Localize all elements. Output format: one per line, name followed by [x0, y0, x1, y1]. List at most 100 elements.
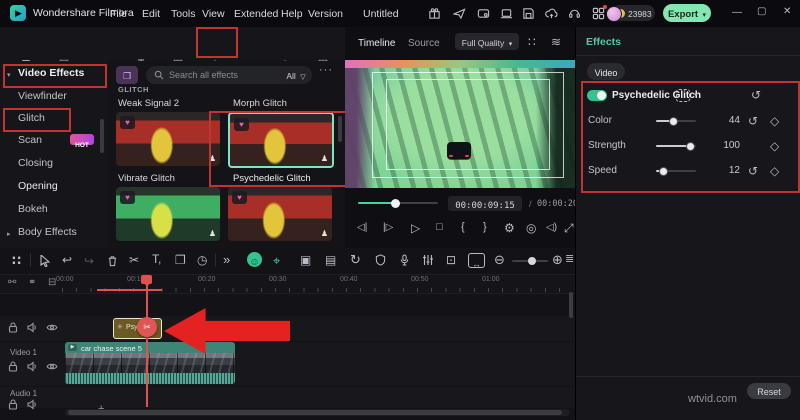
zoom-out-icon[interactable]: ⊖ [494, 253, 505, 266]
audio-track-lane[interactable] [0, 387, 575, 408]
text-tool-icon[interactable]: T, [152, 253, 161, 265]
menu-file[interactable]: File [110, 8, 127, 20]
effect-thumbnail-row3-left[interactable]: ♥ ♟ [116, 187, 220, 241]
menu-help[interactable]: Help [281, 8, 303, 20]
close-button[interactable]: ✕ [783, 7, 791, 17]
minimize-button[interactable]: — [732, 8, 742, 18]
eye-icon[interactable] [46, 361, 58, 372]
redo-icon[interactable]: ↪ [84, 254, 94, 268]
video-clip-car-chase[interactable]: ▶ car chase scene 5 [65, 342, 235, 384]
favorite-heart-icon[interactable]: ♥ [234, 118, 249, 131]
sidebar-item-closing[interactable]: Closing [18, 157, 53, 169]
sidebar-scrollbar[interactable] [100, 119, 104, 153]
group-link-icon[interactable]: ⚭ [28, 277, 36, 288]
quality-dropdown[interactable]: Full Quality ▾ [455, 33, 519, 50]
avatar[interactable] [606, 6, 622, 22]
zoom-in-icon[interactable]: ⊕ [552, 253, 563, 266]
zoom-slider-handle[interactable] [528, 257, 536, 265]
volume-icon[interactable]: ◁) [546, 223, 557, 233]
favorite-heart-icon[interactable]: ♥ [120, 116, 135, 129]
timecode-current-box[interactable]: 00:00:09:15 [448, 196, 522, 211]
split-scissors-icon[interactable]: ✂ [129, 254, 139, 266]
sidebar-item-opening[interactable]: Opening [18, 180, 58, 192]
play-button[interactable]: ▷ [411, 222, 420, 234]
more-options-button[interactable]: ··· [319, 64, 333, 76]
cloud-upload-icon[interactable] [545, 7, 558, 20]
horizontal-scrollbar[interactable] [65, 409, 570, 416]
lock-icon[interactable] [8, 322, 18, 333]
render-preview-icon[interactable]: ⊡ [446, 254, 456, 266]
mute-speaker-icon[interactable] [27, 322, 38, 333]
mark-in-button[interactable]: { [461, 222, 465, 233]
save-icon[interactable] [522, 7, 535, 20]
strength-slider[interactable] [656, 141, 696, 151]
mask-icon[interactable] [676, 89, 690, 102]
loop-record-icon[interactable]: ↻ [350, 253, 361, 266]
layout-grid-icon[interactable] [592, 5, 607, 20]
filter-all-button[interactable]: All ▽ [280, 66, 312, 84]
auto-ripple-icon[interactable]: ↔ [468, 253, 485, 269]
more-tools-icon[interactable]: » [223, 253, 230, 266]
reset-button[interactable]: Reset [747, 383, 791, 399]
sidebar-item-bokeh[interactable]: Bokeh [18, 203, 48, 215]
color-slider[interactable] [656, 116, 696, 126]
effect-label-psychedelic-glitch[interactable]: Psychedelic Glitch [233, 173, 311, 184]
effect-thumbnail-vibrate-glitch[interactable]: ♥ ♟ [116, 112, 220, 166]
scopes-icon[interactable]: ≋ [551, 36, 561, 48]
shield-icon[interactable] [375, 254, 386, 266]
apps-grid-icon[interactable]: ∷ [12, 254, 21, 267]
track-height-icon[interactable]: ≣ [565, 254, 574, 265]
strength-value[interactable]: 100 [718, 140, 740, 151]
favorite-heart-icon[interactable]: ♥ [120, 191, 135, 204]
laptop-icon[interactable] [500, 7, 513, 20]
menu-tools[interactable]: Tools [171, 8, 196, 20]
preview-scrubber[interactable] [358, 198, 438, 208]
stop-button[interactable]: □ [436, 222, 443, 233]
eye-icon[interactable] [46, 322, 58, 333]
clapper-icon[interactable]: ▤ [325, 254, 336, 266]
speed-reset-icon[interactable]: ↺ [748, 165, 758, 177]
color-reset-icon[interactable]: ↺ [748, 115, 758, 127]
effect-thumbnail-psychedelic-glitch-selected[interactable]: ♥ ♟ [228, 112, 334, 168]
next-frame-button[interactable]: |▷ [383, 223, 393, 233]
effect-label-weak-signal-2[interactable]: Weak Signal 2 [118, 98, 179, 109]
color-keyframe-icon[interactable]: ◇ [770, 115, 779, 127]
ai-smiley-icon[interactable]: ☺ [247, 252, 262, 268]
delete-icon[interactable] [107, 255, 118, 267]
mark-out-button[interactable]: } [483, 222, 487, 233]
playhead-cut-button[interactable]: ✂ [137, 317, 157, 337]
mask-caret-icon[interactable]: ▾ [694, 91, 698, 99]
speed-keyframe-icon[interactable]: ◇ [770, 165, 779, 177]
fullscreen-icon[interactable]: ⤢ [564, 222, 574, 234]
preview-tab-timeline[interactable]: Timeline [358, 38, 395, 49]
screen-record-icon[interactable] [477, 7, 490, 20]
favorites-button[interactable]: ❒ [116, 66, 138, 84]
sidebar-item-scan[interactable]: Scan [18, 134, 42, 146]
menu-edit[interactable]: Edit [142, 8, 160, 20]
gift-icon[interactable] [428, 7, 441, 20]
sidebar-item-video-effects[interactable]: Video Effects [18, 67, 84, 79]
snapshot-icon[interactable]: ◎ [526, 222, 536, 234]
select-tool-icon[interactable] [40, 255, 51, 267]
sidebar-item-glitch[interactable]: Glitch [18, 112, 45, 124]
motion-tracking-icon[interactable]: ⌖ [273, 253, 280, 269]
export-button[interactable]: Export ▾ [663, 4, 711, 22]
playback-settings-icon[interactable]: ⚙ [504, 222, 515, 234]
mute-speaker-icon[interactable] [27, 361, 38, 372]
expand-arrow-icon[interactable]: ▸ [7, 230, 11, 238]
preview-tab-source[interactable]: Source [408, 38, 440, 49]
lock-icon[interactable] [8, 399, 18, 410]
mute-speaker-icon[interactable] [27, 399, 38, 410]
link-clips-icon[interactable]: ⚯ [8, 277, 16, 288]
overlay-guide-inner[interactable] [386, 79, 550, 170]
menu-extended[interactable]: Extended [234, 8, 278, 20]
menu-view[interactable]: View [202, 8, 225, 20]
lock-icon[interactable] [8, 361, 18, 372]
previous-frame-button[interactable]: ◁| [357, 223, 367, 233]
sidebar-item-viewfinder[interactable]: Viewfinder [18, 90, 67, 102]
sidebar-item-body-effects[interactable]: Body Effects [18, 226, 77, 238]
timeline-vertical-scrollbar[interactable] [569, 292, 573, 318]
effect-label-vibrate-glitch[interactable]: Vibrate Glitch [118, 173, 175, 184]
color-value[interactable]: 44 [724, 115, 740, 126]
effect-thumbnail-row3-right[interactable]: ♥ ♟ [228, 187, 332, 241]
